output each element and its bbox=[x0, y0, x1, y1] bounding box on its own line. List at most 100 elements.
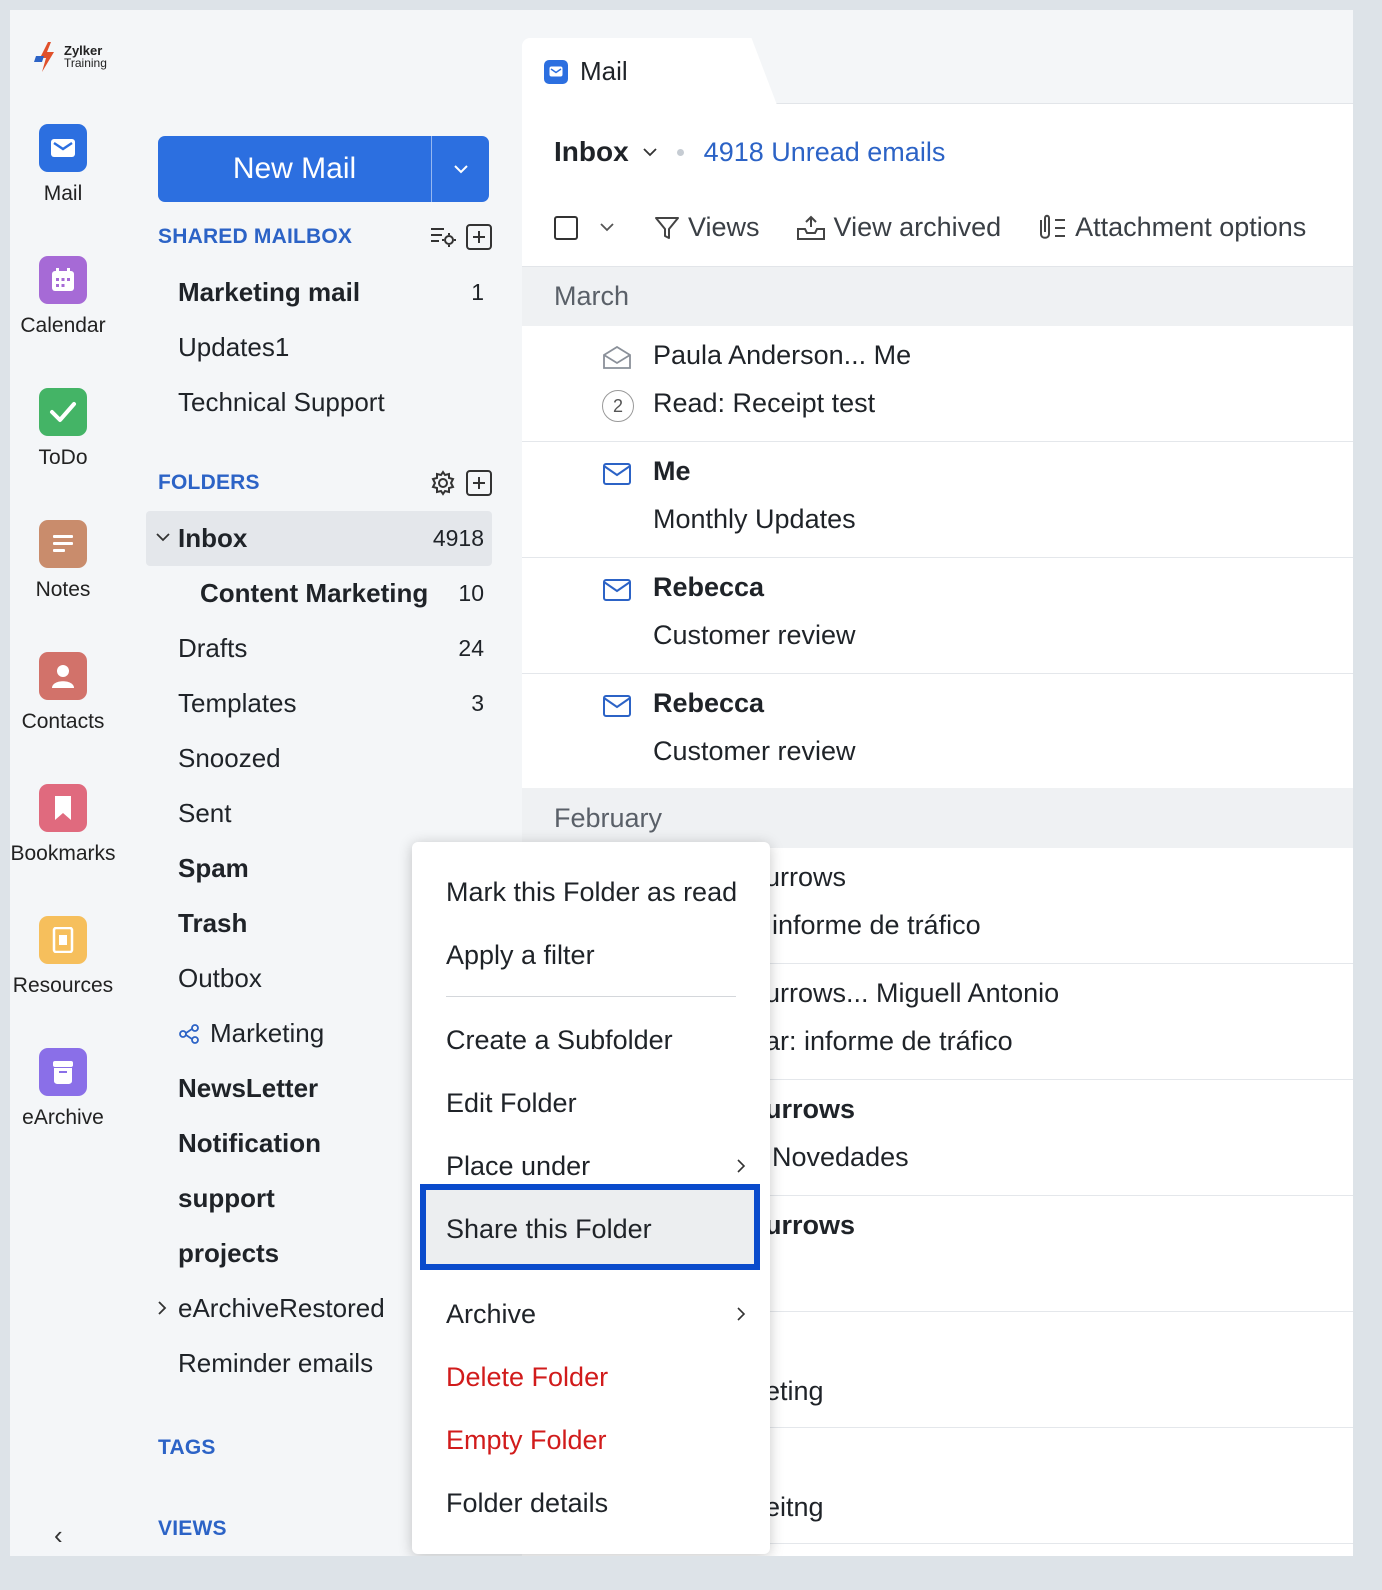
shared-item-updates1[interactable]: Updates1 bbox=[146, 320, 492, 375]
unread-envelope-icon bbox=[603, 579, 631, 601]
menu-label: Share this Folder bbox=[446, 1213, 652, 1244]
new-mail-button[interactable]: New Mail bbox=[158, 136, 489, 202]
add-shared-mailbox-icon[interactable] bbox=[466, 224, 492, 250]
menu-delete-folder[interactable]: Delete Folder bbox=[446, 1357, 746, 1397]
menu-create-subfolder[interactable]: Create a Subfolder bbox=[446, 1020, 746, 1060]
menu-label: Create a Subfolder bbox=[446, 1024, 673, 1055]
tab-label: Mail bbox=[580, 56, 628, 86]
add-folder-icon[interactable] bbox=[466, 470, 492, 496]
mail-sender: urrows... Miguell Antonio bbox=[765, 978, 1060, 1008]
unread-envelope-icon bbox=[603, 463, 631, 485]
chevron-down-icon[interactable] bbox=[600, 223, 614, 232]
mail-sender: Paula Anderson... Me bbox=[653, 340, 912, 370]
shared-item-marketing-mail[interactable]: Marketing mail 1 bbox=[146, 265, 492, 320]
app-label-earchive: eArchive bbox=[22, 1106, 104, 1129]
folder-item-inbox[interactable]: Inbox 4918 bbox=[146, 511, 492, 566]
menu-label: Folder details bbox=[446, 1487, 609, 1518]
app-label-contacts: Contacts bbox=[21, 710, 105, 733]
logo: Zylker Training bbox=[32, 40, 107, 74]
menu-apply-filter[interactable]: Apply a filter bbox=[446, 935, 746, 975]
mail-subject: eting bbox=[765, 1376, 824, 1406]
view-archived-button[interactable]: View archived bbox=[796, 212, 1001, 243]
app-todo[interactable]: ToDo bbox=[10, 388, 116, 470]
menu-folder-details[interactable]: Folder details bbox=[446, 1483, 746, 1523]
group-header-march: March bbox=[522, 266, 1353, 326]
app-resources[interactable]: Resources bbox=[10, 916, 116, 998]
menu-mark-folder-read[interactable]: Mark this Folder as read bbox=[446, 872, 746, 912]
folder-count: 24 bbox=[458, 635, 484, 661]
chevron-right-icon[interactable] bbox=[158, 1301, 167, 1315]
bookmark-icon bbox=[39, 784, 87, 832]
separator-dot bbox=[676, 148, 684, 156]
folders-title: FOLDERS bbox=[158, 471, 260, 494]
shared-item-technical-support[interactable]: Technical Support bbox=[146, 375, 492, 430]
folders-heading: FOLDERS bbox=[158, 470, 492, 496]
menu-edit-folder[interactable]: Edit Folder bbox=[446, 1083, 746, 1123]
contact-icon bbox=[39, 652, 87, 700]
folder-title[interactable]: Inbox bbox=[554, 136, 629, 168]
group-header-february: February bbox=[522, 788, 1353, 848]
menu-divider bbox=[446, 996, 736, 997]
select-all-checkbox[interactable] bbox=[554, 215, 578, 240]
chevron-down-icon[interactable] bbox=[156, 533, 170, 542]
menu-place-under[interactable]: Place under bbox=[446, 1146, 746, 1186]
filter-settings-icon[interactable] bbox=[430, 226, 456, 248]
mail-subject: eitng bbox=[765, 1492, 824, 1522]
mail-sender: urrows bbox=[765, 862, 847, 892]
new-mail-label[interactable]: New Mail bbox=[158, 136, 431, 202]
app-bookmarks[interactable]: Bookmarks bbox=[10, 784, 116, 866]
menu-archive[interactable]: Archive bbox=[446, 1294, 746, 1334]
views-title: VIEWS bbox=[158, 1517, 227, 1540]
mail-subject: Customer review bbox=[653, 620, 856, 650]
folder-name: Drafts bbox=[178, 633, 248, 663]
mail-sender: Rebecca bbox=[653, 572, 765, 602]
folder-item-templates[interactable]: Templates 3 bbox=[146, 676, 492, 731]
mail-row[interactable]: Rebecca Customer review bbox=[522, 558, 1353, 674]
chevron-right-icon bbox=[737, 1307, 746, 1321]
collapse-sidebar-icon[interactable]: ‹ bbox=[54, 1520, 63, 1551]
menu-share-folder[interactable]: Share this Folder bbox=[446, 1209, 746, 1249]
unread-count-link[interactable]: 4918 Unread emails bbox=[704, 137, 946, 168]
mail-subject: Read: Receipt test bbox=[653, 388, 876, 418]
shared-mailbox-title: SHARED MAILBOX bbox=[158, 225, 353, 248]
tags-title: TAGS bbox=[158, 1436, 216, 1459]
folder-item-sent[interactable]: Sent bbox=[146, 786, 492, 841]
mail-row[interactable]: Paula Anderson... Me 2 Read: Receipt tes… bbox=[522, 326, 1353, 442]
mail-subject: ar: informe de tráfico bbox=[765, 1026, 1013, 1056]
app-label-calendar: Calendar bbox=[20, 314, 106, 337]
menu-label: Archive bbox=[446, 1298, 537, 1329]
mail-toolbar: Views View archived Attachment options bbox=[554, 212, 1353, 243]
folder-name: Sent bbox=[178, 798, 232, 828]
gear-icon[interactable] bbox=[430, 470, 456, 496]
folder-item-snoozed[interactable]: Snoozed bbox=[146, 731, 492, 786]
app-calendar[interactable]: Calendar bbox=[10, 256, 116, 338]
attachment-options-button[interactable]: Attachment options bbox=[1037, 212, 1306, 243]
menu-label: Mark this Folder as read bbox=[446, 876, 738, 907]
folder-context-menu: Mark this Folder as read Apply a filter … bbox=[412, 842, 770, 1554]
notes-icon bbox=[39, 520, 87, 568]
folder-count: 3 bbox=[471, 690, 484, 716]
app-contacts[interactable]: Contacts bbox=[10, 652, 116, 734]
menu-empty-folder[interactable]: Empty Folder bbox=[446, 1420, 746, 1460]
check-icon bbox=[39, 388, 87, 436]
app-label-todo: ToDo bbox=[38, 446, 88, 469]
app-mail[interactable]: Mail bbox=[10, 124, 116, 206]
app-label-bookmarks: Bookmarks bbox=[10, 842, 116, 865]
tab-mail[interactable]: Mail bbox=[522, 38, 777, 105]
folder-item-content-marketing[interactable]: Content Marketing 10 bbox=[146, 566, 492, 621]
new-mail-dropdown[interactable] bbox=[431, 136, 489, 202]
folder-name: Inbox bbox=[178, 523, 248, 553]
app-notes[interactable]: Notes bbox=[10, 520, 116, 602]
archive-tray-icon bbox=[796, 215, 825, 240]
chevron-down-icon[interactable] bbox=[643, 147, 657, 157]
app-label-notes: Notes bbox=[35, 578, 91, 601]
mail-row[interactable]: Me Monthly Updates bbox=[522, 442, 1353, 558]
views-button[interactable]: Views bbox=[654, 212, 760, 243]
app-earchive[interactable]: eArchive bbox=[10, 1048, 116, 1130]
zylker-logo-icon bbox=[34, 42, 54, 72]
tab-bar: Mail bbox=[522, 10, 1353, 105]
mail-row[interactable]: Rebecca Customer review bbox=[522, 674, 1353, 790]
folder-item-drafts[interactable]: Drafts 24 bbox=[146, 621, 492, 676]
filter-icon bbox=[655, 216, 679, 239]
chevron-down-icon bbox=[453, 165, 468, 174]
